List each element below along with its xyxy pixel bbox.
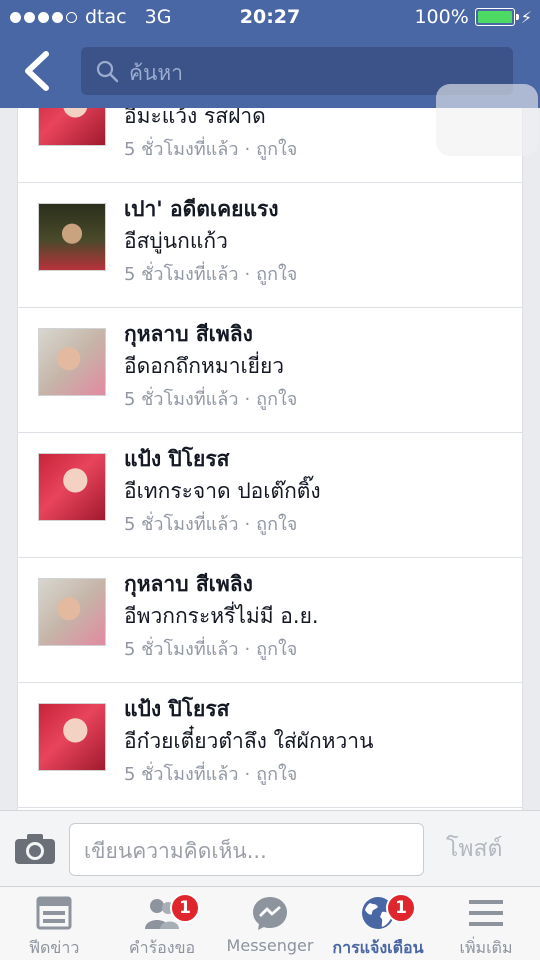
back-button[interactable]	[18, 48, 58, 94]
requests-badge: 1	[170, 893, 200, 923]
meta-separator: ·	[244, 389, 251, 410]
meta-separator: ·	[244, 764, 251, 785]
tab-notifications[interactable]: 1 การแจ้งเตือน	[324, 887, 432, 960]
notification-list[interactable]: แป้ง ปิโยรส อีมะแว้ง รสฝาด 5 ชั่วโมงที่แล้…	[17, 108, 523, 810]
notification-time: 5 ชั่วโมงที่แล้ว	[124, 264, 239, 285]
notification-message: อีเทกระจาด ปอเต๊กติ๊ง	[124, 479, 321, 503]
notifications-badge: 1	[386, 893, 416, 923]
chevron-left-icon	[25, 51, 49, 91]
notification-time: 5 ชั่วโมงที่แล้ว	[124, 389, 239, 410]
battery-percent: 100%	[414, 6, 469, 28]
tab-friend-requests[interactable]: 1 คำร้องขอ	[108, 887, 216, 960]
notification-action: ถูกใจ	[256, 389, 298, 410]
meta-separator: ·	[244, 139, 251, 160]
tab-more[interactable]: เพิ่มเติม	[432, 887, 540, 960]
charging-icon: ⚡	[520, 7, 532, 27]
notification-message: อีก๋วยเตี๋ยวตำลึง ใส่ผักหวาน	[124, 729, 374, 753]
status-right: 100% ⚡	[414, 6, 532, 28]
notification-name[interactable]: เปา' อดีตเคยแรง	[124, 193, 279, 226]
notification-name[interactable]: แป้ง ปิโยรส	[124, 693, 229, 726]
comment-composer: เขียนความคิดเห็น... โพสต์	[0, 810, 540, 886]
menu-icon	[469, 900, 503, 926]
notification-name[interactable]: กุหลาบ สีเพลิง	[124, 318, 253, 351]
avatar[interactable]	[38, 703, 106, 771]
search-icon	[96, 60, 119, 83]
notification-message: อีมะแว้ง รสฝาด	[124, 108, 266, 128]
notification-meta: 5 ชั่วโมงที่แล้ว · ถูกใจ	[124, 384, 297, 413]
floating-overlay	[436, 84, 538, 156]
post-button[interactable]: โพสต์	[446, 831, 503, 867]
notification-item[interactable]: เปา' อดีตเคยแรงอีสบู่นกแก้ว 5 ชั่วโมงที่แ…	[18, 183, 522, 308]
camera-icon[interactable]	[14, 833, 56, 865]
tab-messenger[interactable]: Messenger	[216, 887, 324, 960]
notification-action: ถูกใจ	[256, 764, 298, 785]
avatar[interactable]	[38, 453, 106, 521]
tab-bar: ฟีดข่าว 1 คำร้องขอ Messenger 1 การแจ้งเต…	[0, 886, 540, 960]
notification-name[interactable]: แป้ง ปิโยรส	[124, 443, 229, 476]
avatar[interactable]	[38, 108, 106, 146]
notification-item[interactable]: กุหลาบ สีเพลิงอีพวกกระหรี่ไม่มี อ.ย. 5 ชั…	[18, 558, 522, 683]
notification-name[interactable]: กุหลาบ สีเพลิง	[124, 568, 253, 601]
notification-action: ถูกใจ	[256, 264, 298, 285]
meta-separator: ·	[244, 639, 251, 660]
notification-item[interactable]: แป้ง ปิโยรสอีเทกระจาด ปอเต๊กติ๊ง 5 ชั่วโม…	[18, 433, 522, 558]
status-bar: dtac 3G 20:27 100% ⚡	[0, 0, 540, 36]
notification-action: ถูกใจ	[256, 514, 298, 535]
messenger-icon	[253, 897, 287, 930]
meta-separator: ·	[244, 514, 251, 535]
tab-label: เพิ่มเติม	[459, 938, 513, 957]
notification-meta: 5 ชั่วโมงที่แล้ว · ถูกใจ	[124, 134, 297, 163]
notification-meta: 5 ชั่วโมงที่แล้ว · ถูกใจ	[124, 759, 297, 788]
notification-time: 5 ชั่วโมงที่แล้ว	[124, 764, 239, 785]
notification-meta: 5 ชั่วโมงที่แล้ว · ถูกใจ	[124, 259, 297, 288]
battery-icon	[474, 8, 519, 26]
notification-time: 5 ชั่วโมงที่แล้ว	[124, 639, 239, 660]
comment-input[interactable]: เขียนความคิดเห็น...	[69, 823, 424, 876]
notification-action: ถูกใจ	[256, 639, 298, 660]
notification-message: อีดอกถึกหมาเยี่ยว	[124, 354, 285, 378]
notification-time: 5 ชั่วโมงที่แล้ว	[124, 139, 239, 160]
notification-meta: 5 ชั่วโมงที่แล้ว · ถูกใจ	[124, 634, 297, 663]
notification-meta: 5 ชั่วโมงที่แล้ว · ถูกใจ	[124, 509, 297, 538]
news-feed-icon	[36, 896, 72, 930]
meta-separator: ·	[244, 264, 251, 285]
avatar[interactable]	[38, 203, 106, 271]
tab-news-feed[interactable]: ฟีดข่าว	[0, 887, 108, 960]
avatar[interactable]	[38, 578, 106, 646]
search-placeholder: ค้นหา	[129, 61, 184, 85]
notification-message: อีพวกกระหรี่ไม่มี อ.ย.	[124, 604, 319, 628]
notification-message: อีสบู่นกแก้ว	[124, 229, 228, 253]
notification-item[interactable]: แป้ง ปิโยรสอีก๋วยเตี๋ยวตำลึง ใส่ผักหวาน 5…	[18, 683, 522, 808]
notification-action: ถูกใจ	[256, 139, 298, 160]
notification-item[interactable]: กุหลาบ สีเพลิงอีดอกถึกหมาเยี่ยว 5 ชั่วโมง…	[18, 308, 522, 433]
avatar[interactable]	[38, 328, 106, 396]
notification-time: 5 ชั่วโมงที่แล้ว	[124, 514, 239, 535]
